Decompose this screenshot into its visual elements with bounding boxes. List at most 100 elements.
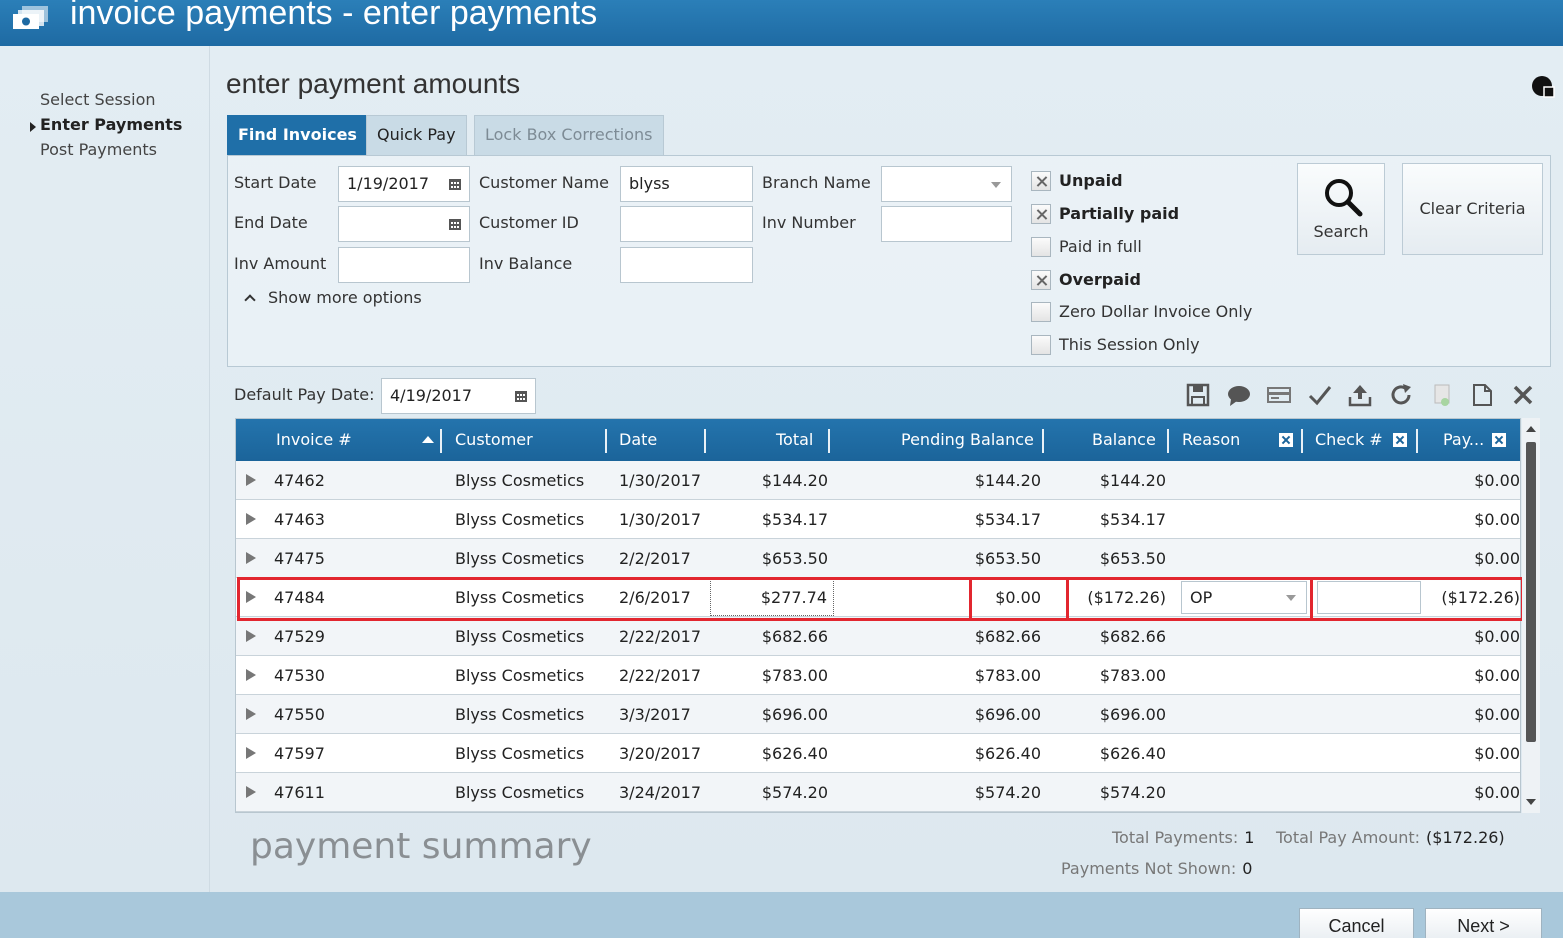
search-button[interactable]: Search	[1297, 163, 1385, 255]
customer-id-field[interactable]	[620, 206, 753, 242]
cell-pay-amount[interactable]: $0.00	[1422, 617, 1520, 656]
checkmark-icon[interactable]	[1308, 383, 1332, 407]
sidebar-item-select-session[interactable]: Select Session	[40, 90, 156, 109]
cell-reason	[1182, 539, 1302, 578]
checkbox[interactable]	[1031, 270, 1051, 290]
expand-row-icon[interactable]	[246, 747, 256, 759]
scroll-down-icon[interactable]	[1526, 799, 1536, 805]
scroll-up-icon[interactable]	[1526, 426, 1536, 432]
cell-pay-amount[interactable]: $0.00	[1422, 500, 1520, 539]
card-icon[interactable]	[1267, 383, 1291, 407]
expand-row-icon[interactable]	[246, 513, 256, 525]
column-header-check[interactable]: Check #	[1315, 419, 1383, 461]
show-more-options-toggle[interactable]: Show more options	[240, 288, 422, 307]
expand-row-icon[interactable]	[246, 669, 256, 681]
reason-select[interactable]: OP	[1181, 581, 1307, 614]
payments-not-shown: Payments Not Shown: 0	[1061, 859, 1252, 878]
column-header-balance[interactable]: Balance	[1092, 419, 1156, 461]
column-header-pending-balance[interactable]: Pending Balance	[901, 419, 1034, 461]
expand-row-icon[interactable]	[246, 708, 256, 720]
cell-pay-amount[interactable]: $0.00	[1422, 734, 1520, 773]
default-pay-date-field[interactable]: 4/19/2017	[381, 378, 536, 414]
cell-pay-amount[interactable]: $0.00	[1422, 656, 1520, 695]
checkbox[interactable]	[1031, 335, 1051, 355]
refresh-icon[interactable]	[1389, 383, 1413, 407]
sort-ascending-icon	[422, 436, 434, 443]
table-row[interactable]: 47597 Blyss Cosmetics 3/20/2017 $626.40 $626…	[236, 734, 1520, 773]
cell-balance: ($172.26)	[1087, 588, 1166, 607]
customer-name-field[interactable]: blyss	[620, 166, 753, 202]
grid-scrollbar[interactable]	[1522, 418, 1540, 813]
cell-reason	[1182, 500, 1302, 539]
cell-pay-amount[interactable]: ($172.26)	[1422, 578, 1520, 617]
table-row[interactable]: 47475 Blyss Cosmetics 2/2/2017 $653.50 $653.…	[236, 539, 1520, 578]
remove-column-icon[interactable]	[1492, 433, 1506, 447]
start-date-field[interactable]: 1/19/2017	[338, 166, 470, 202]
upload-icon[interactable]	[1348, 383, 1372, 407]
cell-date: 2/22/2017	[619, 627, 702, 646]
expand-row-icon[interactable]	[246, 474, 256, 486]
branch-name-select[interactable]	[881, 166, 1012, 202]
calendar-icon[interactable]	[515, 391, 527, 402]
help-icon[interactable]	[1531, 74, 1555, 98]
add-document-icon[interactable]	[1430, 383, 1454, 407]
tab-lock-box-corrections[interactable]: Lock Box Corrections	[474, 115, 664, 155]
cell-check	[1317, 500, 1417, 539]
remove-column-icon[interactable]	[1393, 433, 1407, 447]
remove-column-icon[interactable]	[1279, 433, 1293, 447]
cell-pay-amount[interactable]: $0.00	[1422, 539, 1520, 578]
column-header-total[interactable]: Total	[776, 419, 813, 461]
save-icon[interactable]	[1186, 383, 1210, 407]
column-header-invoice[interactable]: Invoice #	[276, 419, 352, 461]
next-button[interactable]: Next >	[1425, 908, 1542, 938]
cell-total: $626.40	[761, 744, 828, 763]
inv-number-field[interactable]	[881, 206, 1012, 242]
table-row[interactable]: 47611 Blyss Cosmetics 3/24/2017 $574.20 $574…	[236, 773, 1520, 812]
end-date-field[interactable]	[338, 206, 470, 242]
cell-pay-amount[interactable]: $0.00	[1422, 461, 1520, 500]
column-header-customer[interactable]: Customer	[455, 419, 533, 461]
table-row[interactable]: 47462 Blyss Cosmetics 1/30/2017 $144.20 $144…	[236, 461, 1520, 500]
total-pay-amount: Total Pay Amount: ($172.26)	[1276, 828, 1505, 847]
cell-total[interactable]: $277.74	[710, 579, 834, 616]
cancel-button[interactable]: Cancel	[1299, 908, 1414, 938]
expand-row-icon[interactable]	[246, 630, 256, 642]
cell-check	[1317, 695, 1417, 734]
check-number-input[interactable]	[1317, 581, 1421, 614]
comment-icon[interactable]	[1227, 383, 1251, 407]
cell-balance: $626.40	[1099, 744, 1166, 763]
calendar-icon[interactable]	[449, 179, 461, 190]
clear-criteria-button[interactable]: Clear Criteria	[1402, 163, 1543, 255]
cell-date: 2/22/2017	[619, 666, 702, 685]
expand-row-icon[interactable]	[246, 591, 256, 603]
cell-pay-amount[interactable]: $0.00	[1422, 773, 1520, 812]
close-icon[interactable]	[1511, 383, 1535, 407]
table-row[interactable]: 47463 Blyss Cosmetics 1/30/2017 $534.17 $534…	[236, 500, 1520, 539]
cell-pay-amount[interactable]: $0.00	[1422, 695, 1520, 734]
cell-date: 3/24/2017	[619, 783, 702, 802]
checkbox[interactable]	[1031, 302, 1051, 322]
table-row[interactable]: 47529 Blyss Cosmetics 2/22/2017 $682.66 $682…	[236, 617, 1520, 656]
column-header-pay[interactable]: Pay...	[1443, 419, 1484, 461]
table-row[interactable]: 47530 Blyss Cosmetics 2/22/2017 $783.00 $783…	[236, 656, 1520, 695]
expand-row-icon[interactable]	[246, 552, 256, 564]
column-header-reason[interactable]: Reason	[1182, 419, 1240, 461]
calendar-icon[interactable]	[449, 219, 461, 230]
table-row[interactable]: 47484 Blyss Cosmetics 2/6/2017 $277.74 $0.00…	[236, 578, 1520, 617]
section-title: enter payment amounts	[226, 68, 521, 99]
table-row[interactable]: 47550 Blyss Cosmetics 3/3/2017 $696.00 $696.…	[236, 695, 1520, 734]
tab-find-invoices[interactable]: Find Invoices	[227, 115, 368, 155]
customer-id-label: Customer ID	[479, 213, 579, 232]
scroll-thumb[interactable]	[1526, 442, 1536, 742]
checkbox[interactable]	[1031, 204, 1051, 224]
sidebar-item-enter-payments[interactable]: Enter Payments	[40, 115, 182, 134]
column-header-date[interactable]: Date	[619, 419, 657, 461]
sidebar-item-post-payments[interactable]: Post Payments	[40, 140, 157, 159]
inv-amount-field[interactable]	[338, 247, 470, 283]
checkbox[interactable]	[1031, 171, 1051, 191]
tab-quick-pay[interactable]: Quick Pay	[366, 115, 467, 155]
inv-balance-field[interactable]	[620, 247, 753, 283]
copy-icon[interactable]	[1470, 383, 1494, 407]
checkbox[interactable]	[1031, 237, 1051, 257]
expand-row-icon[interactable]	[246, 786, 256, 798]
